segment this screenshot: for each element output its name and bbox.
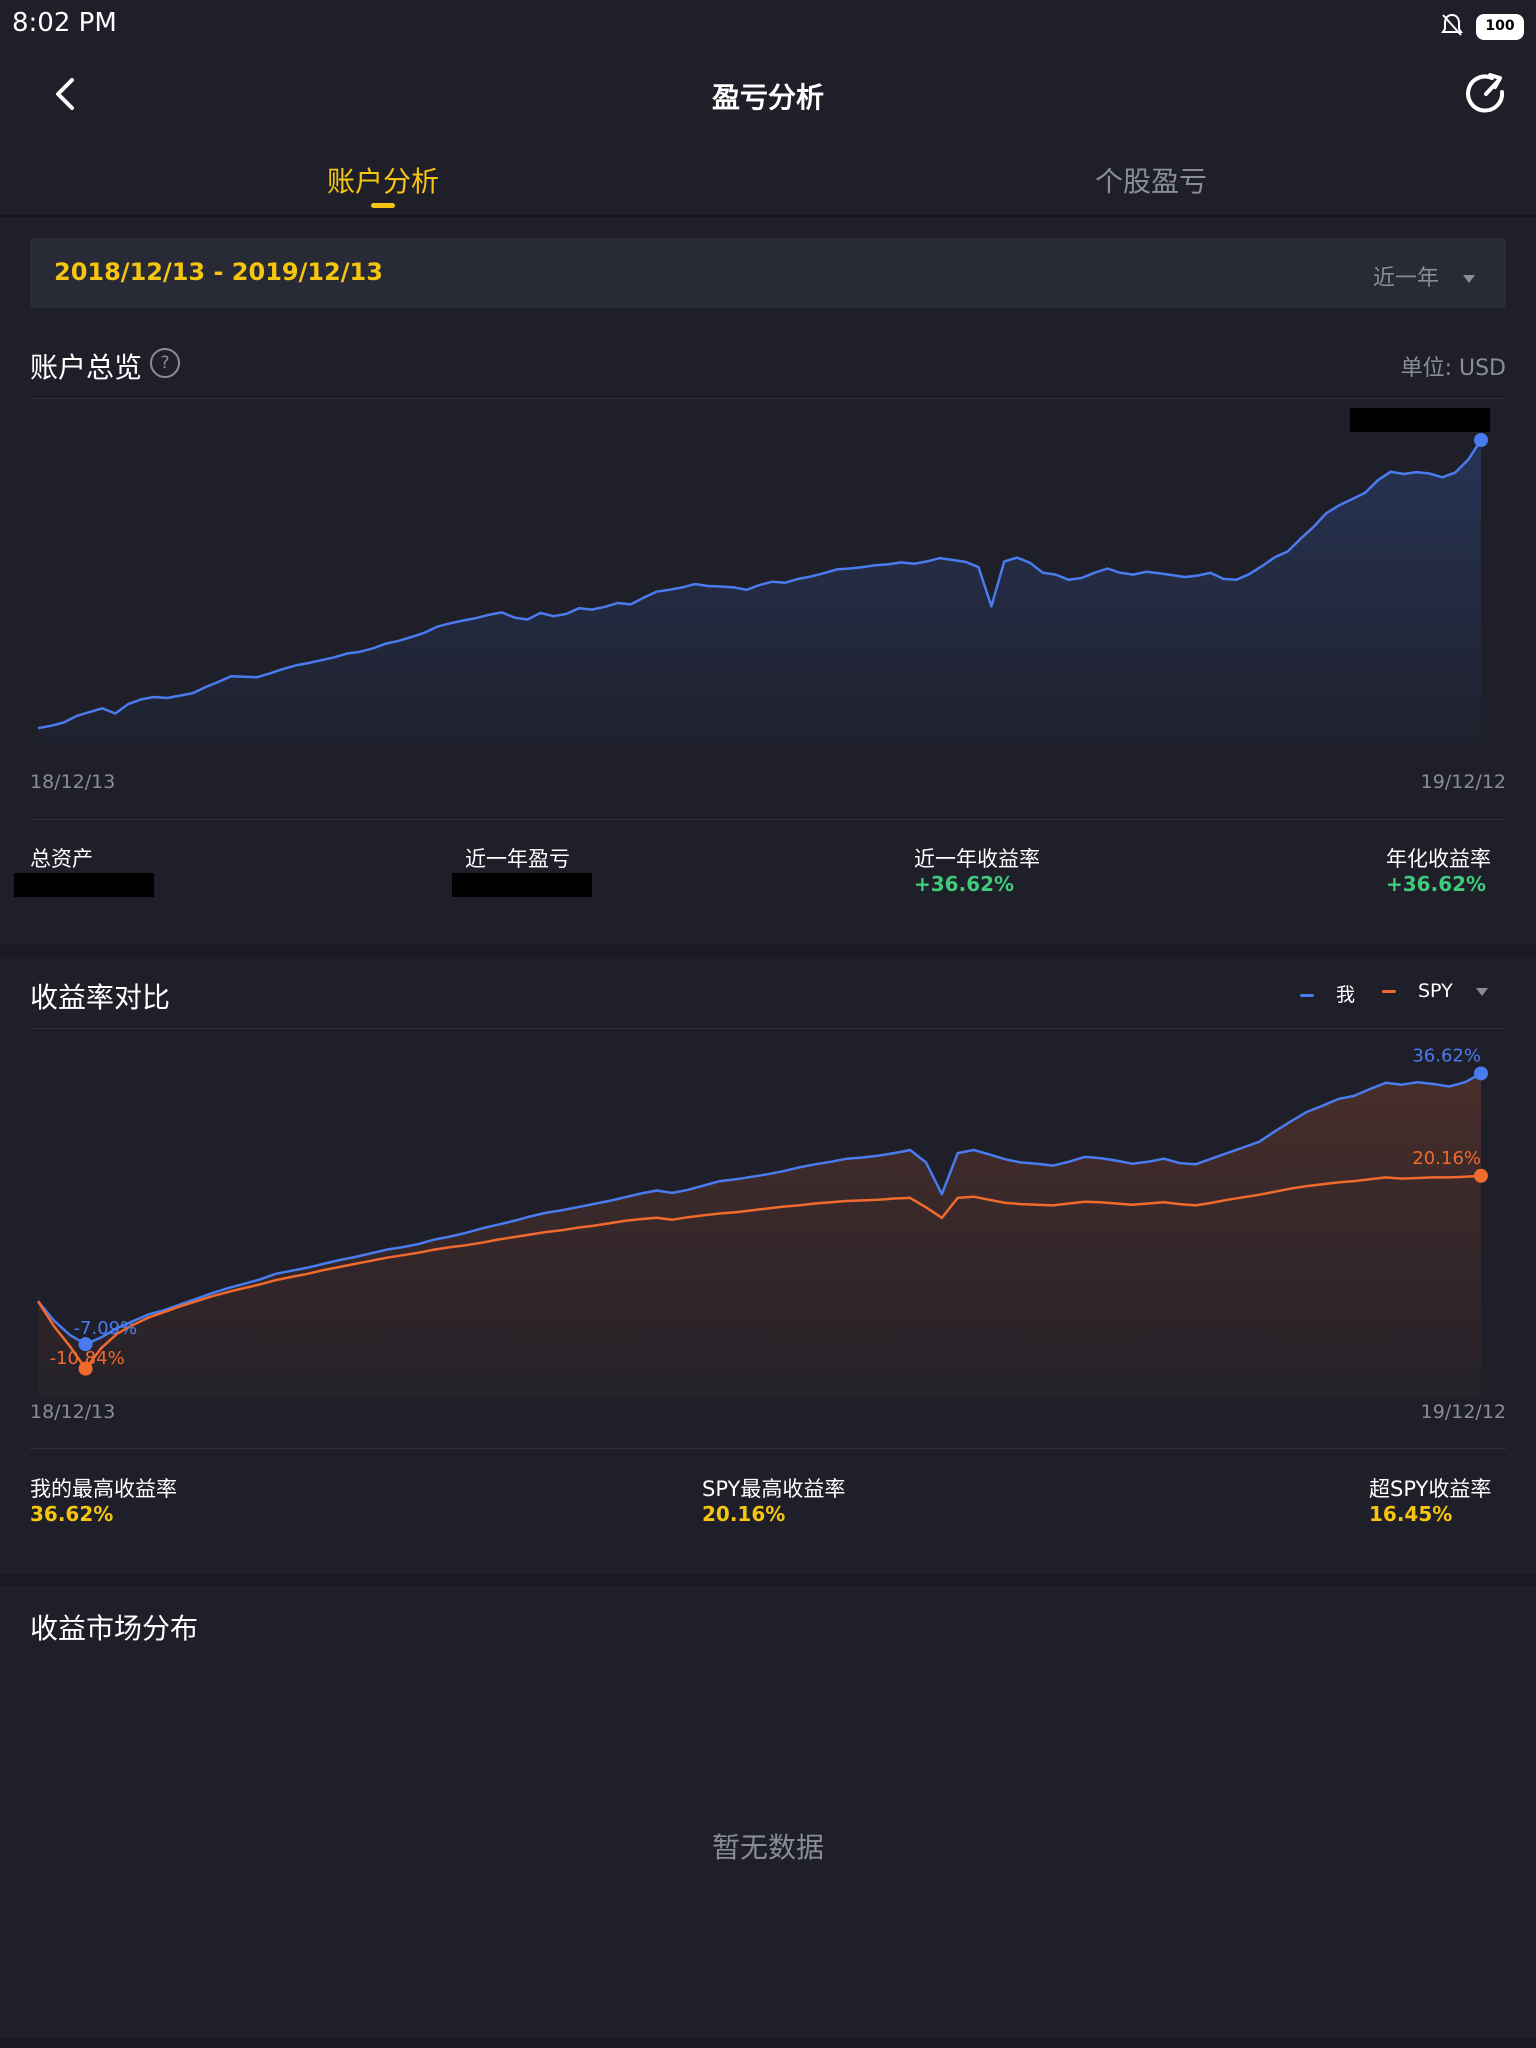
benchmark-dropdown-icon — [1475, 987, 1488, 996]
my-min-annotation: -7.09% — [74, 1318, 138, 1339]
divider — [30, 819, 1506, 820]
comparison-area — [38, 1073, 1481, 1398]
active-tab-indicator — [371, 203, 395, 208]
divider — [30, 398, 1506, 399]
divider — [30, 1028, 1506, 1029]
help-icon[interactable]: ? — [150, 348, 180, 378]
legend-me-label: 我 — [1336, 984, 1356, 1006]
account-value-chart — [37, 433, 1488, 745]
comparison-title: 收益率对比 — [30, 981, 171, 1014]
excess-return-value: 16.45% — [1369, 1502, 1453, 1526]
legend-me-swatch — [1300, 994, 1314, 997]
x-axis-start-label: 18/12/13 — [30, 771, 116, 793]
spy-min-annotation: -10.84% — [50, 1348, 125, 1369]
my-max-annotation: 36.62% — [1412, 1045, 1481, 1066]
spy-max-annotation: 20.16% — [1412, 1148, 1481, 1169]
dropdown-arrow-icon — [1463, 275, 1475, 283]
legend-spy-label: SPY — [1418, 980, 1453, 1002]
annualized-return-value: +36.62% — [1386, 872, 1487, 896]
date-range-selector[interactable]: 2018/12/13 - 2019/12/13 近一年 — [30, 238, 1506, 308]
date-preset-label: 近一年 — [1372, 266, 1439, 291]
empty-state-text: 暂无数据 — [711, 1831, 824, 1864]
battery-icon: 100 — [1476, 14, 1524, 40]
date-range-text: 2018/12/13 - 2019/12/13 — [54, 258, 383, 286]
total-assets-redacted — [14, 873, 154, 897]
year-return-value: +36.62% — [914, 872, 1015, 896]
x-axis-end-label: 19/12/12 — [1420, 771, 1506, 793]
x-axis-start-label: 18/12/13 — [30, 1401, 116, 1423]
divider — [30, 1448, 1506, 1449]
distribution-title: 收益市场分布 — [30, 1612, 199, 1645]
section-separator — [0, 1574, 1536, 1586]
page-title: 盈亏分析 — [711, 81, 824, 114]
my-max-return-value: 36.62% — [30, 1502, 114, 1526]
year-pnl-redacted — [452, 873, 592, 897]
account-area — [38, 440, 1481, 745]
annualized-return-label: 年化收益率 — [1386, 847, 1491, 871]
tab-divider — [0, 215, 1536, 217]
benchmark-selector[interactable]: SPY — [1382, 980, 1489, 1002]
x-axis-end-label: 19/12/12 — [1420, 1401, 1506, 1423]
redacted-current-value — [1350, 408, 1490, 432]
account-end-marker — [1474, 433, 1488, 447]
tab-stock-pnl[interactable]: 个股盈亏 — [951, 160, 1351, 200]
spy-max-return-label: SPY最高收益率 — [702, 1477, 846, 1501]
tab-account-analysis[interactable]: 账户分析 — [183, 160, 583, 200]
status-time: 8:02 PM — [12, 8, 117, 38]
legend-me: 我 — [1300, 980, 1355, 1007]
spy-end-marker — [1474, 1168, 1488, 1183]
refresh-icon[interactable] — [1464, 72, 1508, 116]
currency-unit: 单位: USD — [1400, 356, 1506, 381]
legend-spy-swatch — [1382, 990, 1396, 993]
excess-return-label: 超SPY收益率 — [1369, 1477, 1492, 1501]
section-separator — [0, 945, 1536, 957]
overview-title: 账户总览 — [30, 351, 143, 384]
my-end-marker — [1474, 1066, 1488, 1081]
notifications-muted-icon — [1441, 13, 1463, 36]
year-return-label: 近一年收益率 — [914, 847, 1040, 871]
spy-max-return-value: 20.16% — [702, 1502, 786, 1526]
return-comparison-chart: 36.62% 20.16% -7.09% -10.84% — [36, 1045, 1488, 1398]
bottom-strip — [0, 2038, 1536, 2048]
my-max-return-label: 我的最高收益率 — [30, 1477, 177, 1501]
year-pnl-label: 近一年盈亏 — [465, 847, 570, 871]
date-preset-dropdown[interactable]: 近一年 — [1373, 260, 1476, 292]
total-assets-label: 总资产 — [30, 847, 93, 871]
